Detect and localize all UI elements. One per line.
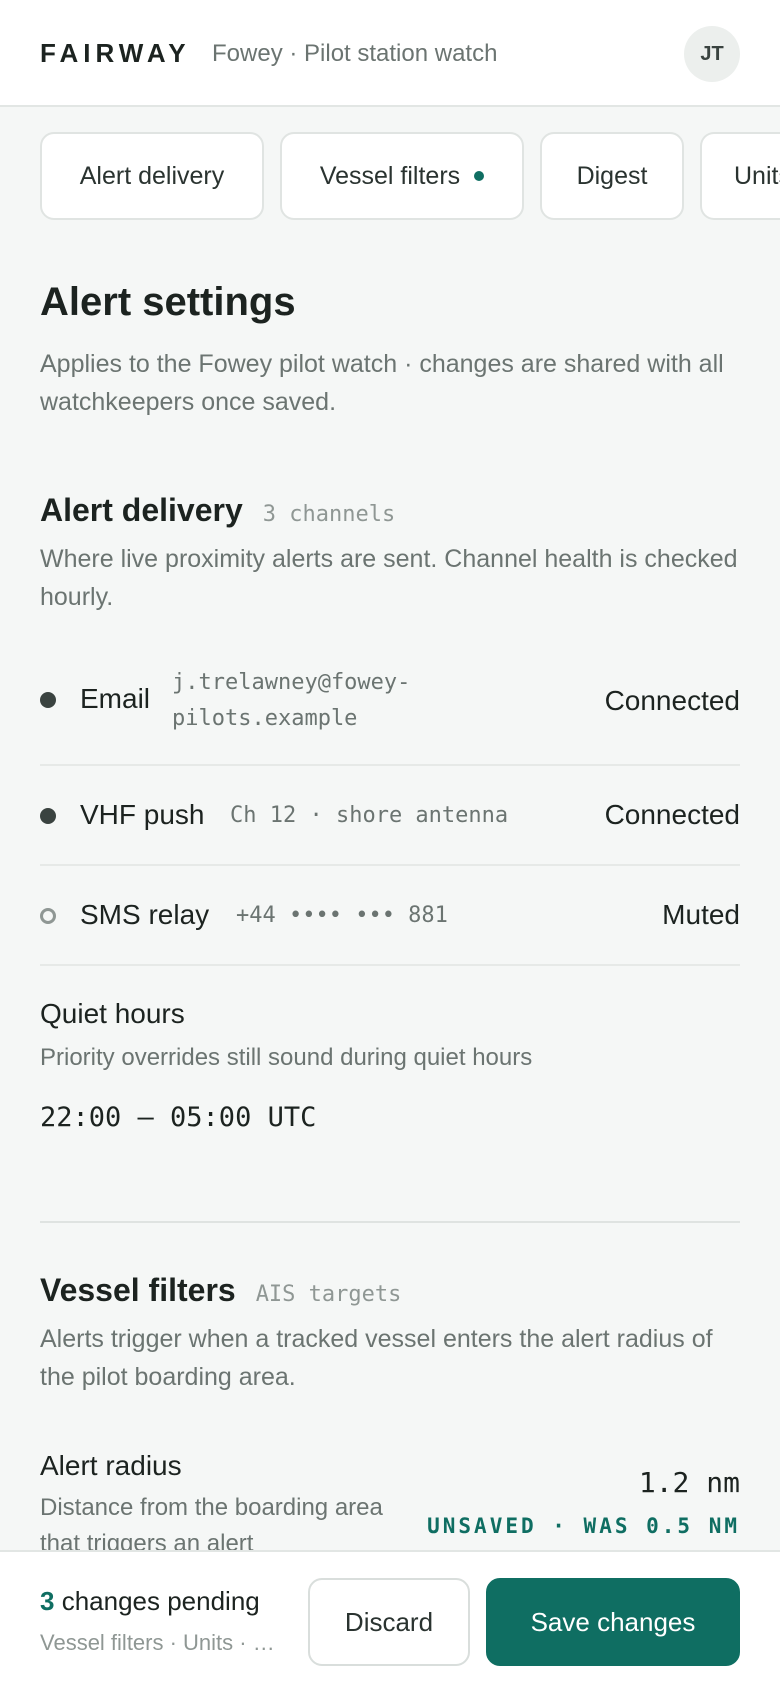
quiet-hours-value[interactable]: 22:00 – 05:00 UTC xyxy=(40,1102,316,1133)
status-dot-icon xyxy=(40,808,56,824)
section-title: Vessel filters xyxy=(40,1272,236,1308)
section-divider xyxy=(40,1221,740,1223)
status-dot-icon xyxy=(40,692,56,708)
channel-row-email[interactable]: Email j.trelawney@fowey-pilots.example C… xyxy=(40,650,740,766)
channel-name: VHF push xyxy=(80,799,205,830)
channel-detail: Ch 12 · shore antenna xyxy=(230,803,509,828)
tab-label: Alert delivery xyxy=(79,161,225,190)
vessel-filters-description: Alerts trigger when a tracked vessel ent… xyxy=(40,1325,713,1391)
channel-name: SMS relay xyxy=(80,899,210,930)
unsaved-badge: UNSAVED · WAS 0.5 NM xyxy=(427,1514,740,1538)
pending-count: 3 xyxy=(40,1586,55,1616)
tab-label: Vessel filters xyxy=(319,161,461,190)
channel-status: Muted xyxy=(662,899,740,930)
quiet-hours-title: Quiet hours xyxy=(40,998,185,1029)
channel-name: Email xyxy=(80,683,151,714)
tab-units[interactable]: Units xyxy=(700,132,780,220)
alert-delivery-header: Alert delivery 3 channels xyxy=(40,492,395,529)
channel-detail: j.trelawney@fowey-pilots.example xyxy=(172,670,411,731)
pending-sections: Vessel filters · Units · Digest xyxy=(40,1630,280,1655)
channel-status: Connected xyxy=(604,799,740,830)
tab-label: Units xyxy=(734,161,780,190)
quiet-hours-description: Priority overrides still sound during qu… xyxy=(40,1044,533,1071)
channel-row-vhf[interactable]: VHF push Ch 12 · shore antenna Connected xyxy=(40,766,740,866)
unsaved-dot-icon xyxy=(474,171,485,181)
save-bar: 3 changes pending Vessel filters · Units… xyxy=(0,1550,780,1688)
tab-vessel-filters[interactable]: Vessel filters xyxy=(280,132,524,220)
brand-logo[interactable]: FAIRWAY xyxy=(40,38,191,69)
tab-alert-delivery[interactable]: Alert delivery xyxy=(40,132,264,220)
page-title: Alert settings xyxy=(40,280,296,324)
alert-delivery-description: Where live proximity alerts are sent. Ch… xyxy=(40,545,738,611)
tab-digest[interactable]: Digest xyxy=(540,132,684,220)
save-button[interactable]: Save changes xyxy=(486,1578,740,1666)
vessel-filters-header: Vessel filters AIS targets xyxy=(40,1272,401,1309)
settings-tabs: Alert delivery Vessel filters Digest Uni… xyxy=(0,132,780,220)
tab-label: Digest xyxy=(576,161,648,190)
station-context: Fowey · Pilot station watch xyxy=(212,40,498,67)
alert-radius-label: Alert radius xyxy=(40,1450,182,1481)
muted-dot-icon xyxy=(40,908,56,924)
top-bar: FAIRWAY Fowey · Pilot station watch JT xyxy=(0,0,780,107)
channel-row-sms[interactable]: SMS relay +44 •••• ••• 881 Muted xyxy=(40,866,740,966)
ais-targets-tag: AIS targets xyxy=(255,1282,402,1307)
channel-count-tag: 3 channels xyxy=(262,502,396,527)
section-title: Alert delivery xyxy=(40,492,243,528)
channel-detail: +44 •••• ••• 881 xyxy=(236,903,448,928)
discard-button[interactable]: Discard xyxy=(308,1578,470,1666)
alert-radius-value[interactable]: 1.2 nm xyxy=(639,1466,740,1499)
pending-label: changes pending xyxy=(54,1586,260,1616)
channel-status: Connected xyxy=(604,685,740,716)
pending-summary: 3 changes pending xyxy=(40,1586,260,1617)
page-subtitle: Applies to the Fowey pilot watch · chang… xyxy=(40,350,724,416)
user-avatar[interactable]: JT xyxy=(684,26,740,82)
